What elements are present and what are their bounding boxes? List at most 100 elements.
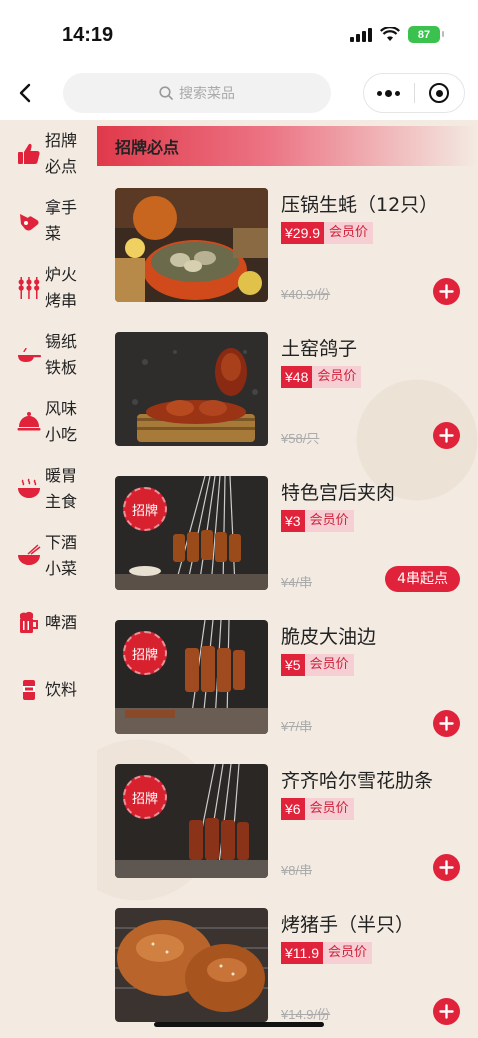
original-price: ¥4/串 bbox=[281, 575, 313, 590]
category-label: 锡纸铁板 bbox=[45, 331, 78, 377]
more-button[interactable] bbox=[364, 74, 414, 112]
price-row: ¥29.9 会员价 bbox=[281, 222, 374, 244]
dish-card[interactable]: 招牌 齐齐哈尔雪花肋条 ¥6 会员价 ¥8/串 bbox=[115, 764, 460, 882]
dish-photo-ribs: 招牌 bbox=[115, 764, 268, 878]
dish-card[interactable]: 招牌 脆皮大油边 ¥5 会员价 ¥7/串 bbox=[115, 620, 460, 738]
cellular-signal-icon bbox=[350, 27, 372, 42]
add-to-cart-button[interactable] bbox=[433, 998, 460, 1025]
original-price: ¥40.9/份 bbox=[281, 287, 331, 302]
close-mini-program-button[interactable] bbox=[415, 74, 465, 112]
dish-name: 特色宫后夹肉 bbox=[281, 482, 396, 504]
member-price-label: 会员价 bbox=[304, 654, 354, 676]
status-bar: 14:19 87 bbox=[0, 0, 478, 70]
member-price: ¥3 bbox=[281, 510, 305, 532]
cloche-icon bbox=[17, 411, 41, 430]
battery-level: 87 bbox=[417, 28, 431, 41]
member-price: ¥6 bbox=[281, 798, 305, 820]
category-label: 暖胃主食 bbox=[45, 465, 78, 511]
dish-name: 烤猪手（半只） bbox=[281, 914, 415, 936]
dish-name: 土窑鸽子 bbox=[281, 338, 358, 360]
plus-icon bbox=[439, 284, 454, 299]
search-icon bbox=[159, 86, 173, 100]
target-circle-icon bbox=[429, 83, 450, 103]
dish-card[interactable]: 招牌 特色宫后夹肉 ¥3 会员价 ¥4/串 4串起点 bbox=[115, 476, 460, 594]
add-to-cart-button[interactable] bbox=[433, 278, 460, 305]
minimum-order-button[interactable]: 4串起点 bbox=[385, 566, 460, 592]
price-row: ¥48 会员价 bbox=[281, 366, 362, 388]
category-item-signature[interactable]: 招牌必点 bbox=[0, 120, 97, 187]
dish-photo-pork-trotter bbox=[115, 908, 268, 1022]
section-title: 招牌必点 bbox=[115, 138, 180, 157]
signature-badge: 招牌 bbox=[123, 775, 167, 819]
nav-bar: 搜索菜品 bbox=[0, 70, 478, 120]
price-row: ¥6 会员价 bbox=[281, 798, 354, 820]
category-label: 招牌必点 bbox=[45, 130, 78, 176]
back-button[interactable] bbox=[10, 78, 40, 108]
category-label: 饮料 bbox=[45, 679, 78, 699]
category-sidebar: 招牌必点 拿手菜 炉火烤串 锡纸铁板 风味小吃 暖胃主食 下酒小菜 啤酒 饮料 bbox=[0, 120, 97, 1038]
signature-badge: 招牌 bbox=[123, 631, 167, 675]
dish-name: 脆皮大油边 bbox=[281, 626, 377, 648]
wifi-icon bbox=[380, 27, 400, 41]
member-price-label: 会员价 bbox=[304, 510, 354, 532]
dish-photo-pigeon bbox=[115, 332, 268, 446]
skewer-icon bbox=[18, 276, 40, 299]
dish-card[interactable]: 烤猪手（半只） ¥11.9 会员价 ¥14.9/份 bbox=[115, 908, 460, 1026]
frying-pan-icon bbox=[18, 347, 41, 362]
original-price: ¥7/串 bbox=[281, 719, 313, 734]
dish-photo-skewers: 招牌 bbox=[115, 476, 268, 590]
dish-card[interactable]: 压锅生蚝（12只） ¥29.9 会员价 ¥40.9/份 bbox=[115, 188, 460, 306]
more-dots-icon bbox=[377, 89, 401, 97]
signature-badge: 招牌 bbox=[123, 487, 167, 531]
category-label: 炉火烤串 bbox=[45, 264, 78, 310]
section-header: 招牌必点 bbox=[97, 126, 478, 166]
plus-icon bbox=[439, 860, 454, 875]
member-price: ¥5 bbox=[281, 654, 305, 676]
drink-can-icon bbox=[23, 679, 35, 700]
original-price: ¥58/只 bbox=[281, 431, 320, 446]
plus-icon bbox=[439, 716, 454, 731]
category-item-beer[interactable]: 啤酒 bbox=[0, 589, 97, 656]
bowl-chopsticks-icon bbox=[18, 543, 41, 565]
category-item-foil-griddle[interactable]: 锡纸铁板 bbox=[0, 321, 97, 388]
member-price-label: 会员价 bbox=[312, 366, 362, 388]
dish-name: 齐齐哈尔雪花肋条 bbox=[281, 770, 434, 792]
add-to-cart-button[interactable] bbox=[433, 710, 460, 737]
category-item-snacks[interactable]: 风味小吃 bbox=[0, 388, 97, 455]
member-price: ¥29.9 bbox=[281, 222, 325, 244]
dish-card[interactable]: 土窑鸽子 ¥48 会员价 ¥58/只 bbox=[115, 332, 460, 450]
dish-list: 招牌必点 压锅生蚝（12只） ¥29.9 会员价 ¥40.9/份 土窑鸽子 ¥4… bbox=[97, 120, 478, 1038]
search-placeholder: 搜索菜品 bbox=[179, 86, 235, 102]
category-item-drinks[interactable]: 饮料 bbox=[0, 656, 97, 723]
original-price: ¥14.9/份 bbox=[281, 1007, 331, 1022]
price-row: ¥5 会员价 bbox=[281, 654, 354, 676]
category-label: 啤酒 bbox=[45, 612, 78, 632]
member-price: ¥48 bbox=[281, 366, 313, 388]
price-row: ¥3 会员价 bbox=[281, 510, 354, 532]
original-price: ¥8/串 bbox=[281, 863, 313, 878]
battery-icon: 87 bbox=[408, 26, 444, 43]
add-to-cart-button[interactable] bbox=[433, 854, 460, 881]
pointing-hand-icon bbox=[20, 213, 39, 230]
category-item-specialty[interactable]: 拿手菜 bbox=[0, 187, 97, 254]
dish-photo-oysters bbox=[115, 188, 268, 302]
chevron-left-icon bbox=[19, 83, 31, 103]
add-to-cart-button[interactable] bbox=[433, 422, 460, 449]
member-price-label: 会员价 bbox=[304, 798, 354, 820]
plus-icon bbox=[439, 428, 454, 443]
home-indicator bbox=[154, 1022, 324, 1027]
category-item-grill-skewers[interactable]: 炉火烤串 bbox=[0, 254, 97, 321]
category-label: 风味小吃 bbox=[45, 398, 78, 444]
search-input[interactable]: 搜索菜品 bbox=[63, 73, 331, 113]
category-label: 下酒小菜 bbox=[45, 532, 78, 578]
category-item-side-dishes[interactable]: 下酒小菜 bbox=[0, 522, 97, 589]
category-item-staples[interactable]: 暖胃主食 bbox=[0, 455, 97, 522]
mini-program-capsule bbox=[363, 73, 465, 113]
plus-icon bbox=[439, 1004, 454, 1019]
member-price: ¥11.9 bbox=[281, 942, 323, 964]
status-icons: 87 bbox=[350, 26, 444, 43]
status-time: 14:19 bbox=[62, 24, 114, 46]
thumbs-up-icon bbox=[18, 143, 40, 164]
beer-mug-icon bbox=[20, 611, 38, 633]
member-price-label: 会员价 bbox=[323, 942, 373, 964]
